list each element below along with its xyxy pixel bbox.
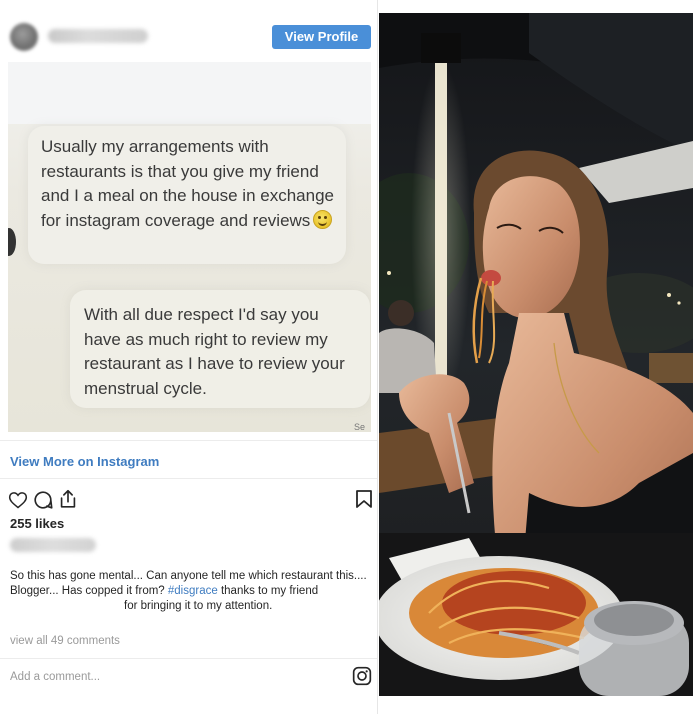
avatar[interactable] — [10, 23, 38, 51]
heart-icon[interactable] — [8, 490, 28, 510]
post-image-top-band — [8, 62, 371, 124]
cropped-avatar-edge — [8, 228, 16, 256]
bookmark-icon[interactable] — [355, 489, 373, 509]
post-image[interactable]: Usually my arrangements with restaurants… — [8, 62, 371, 432]
username-blurred[interactable] — [48, 29, 148, 43]
divider — [0, 440, 377, 441]
restaurant-photo — [379, 13, 693, 696]
divider — [0, 478, 377, 479]
view-more-link[interactable]: View More on Instagram — [10, 454, 159, 469]
smiley-emoji-icon — [313, 209, 333, 229]
embed-header: View Profile — [0, 0, 377, 62]
caption: So this has gone mental... Can anyone te… — [10, 569, 372, 614]
message-text-2: With all due respect I'd say you have as… — [84, 305, 345, 398]
instagram-embed: View Profile Usually my arrangements wit… — [0, 0, 378, 714]
view-all-comments-link[interactable]: view all 49 comments — [10, 635, 120, 647]
photo-illustration — [379, 13, 693, 696]
message-bubble-reply: With all due respect I'd say you have as… — [70, 290, 370, 408]
caption-text-2: thanks to my friend — [217, 585, 319, 597]
instagram-glyph-icon[interactable] — [352, 666, 372, 686]
cropped-seen-label: Se — [353, 422, 365, 432]
view-profile-button[interactable]: View Profile — [272, 25, 371, 49]
hashtag-link[interactable]: #disgrace — [168, 585, 218, 597]
username-blurred-2 — [10, 538, 96, 552]
share-icon[interactable] — [57, 488, 79, 510]
caption-text-3: for bringing it to my attention. — [124, 600, 273, 612]
comment-icon[interactable] — [32, 489, 54, 511]
message-bubble-received: Usually my arrangements with restaurants… — [28, 126, 346, 264]
add-comment-input[interactable]: Add a comment... — [10, 671, 310, 683]
message-text-1: Usually my arrangements with restaurants… — [41, 137, 334, 230]
likes-count[interactable]: 255 likes — [10, 516, 64, 531]
divider — [0, 658, 377, 659]
